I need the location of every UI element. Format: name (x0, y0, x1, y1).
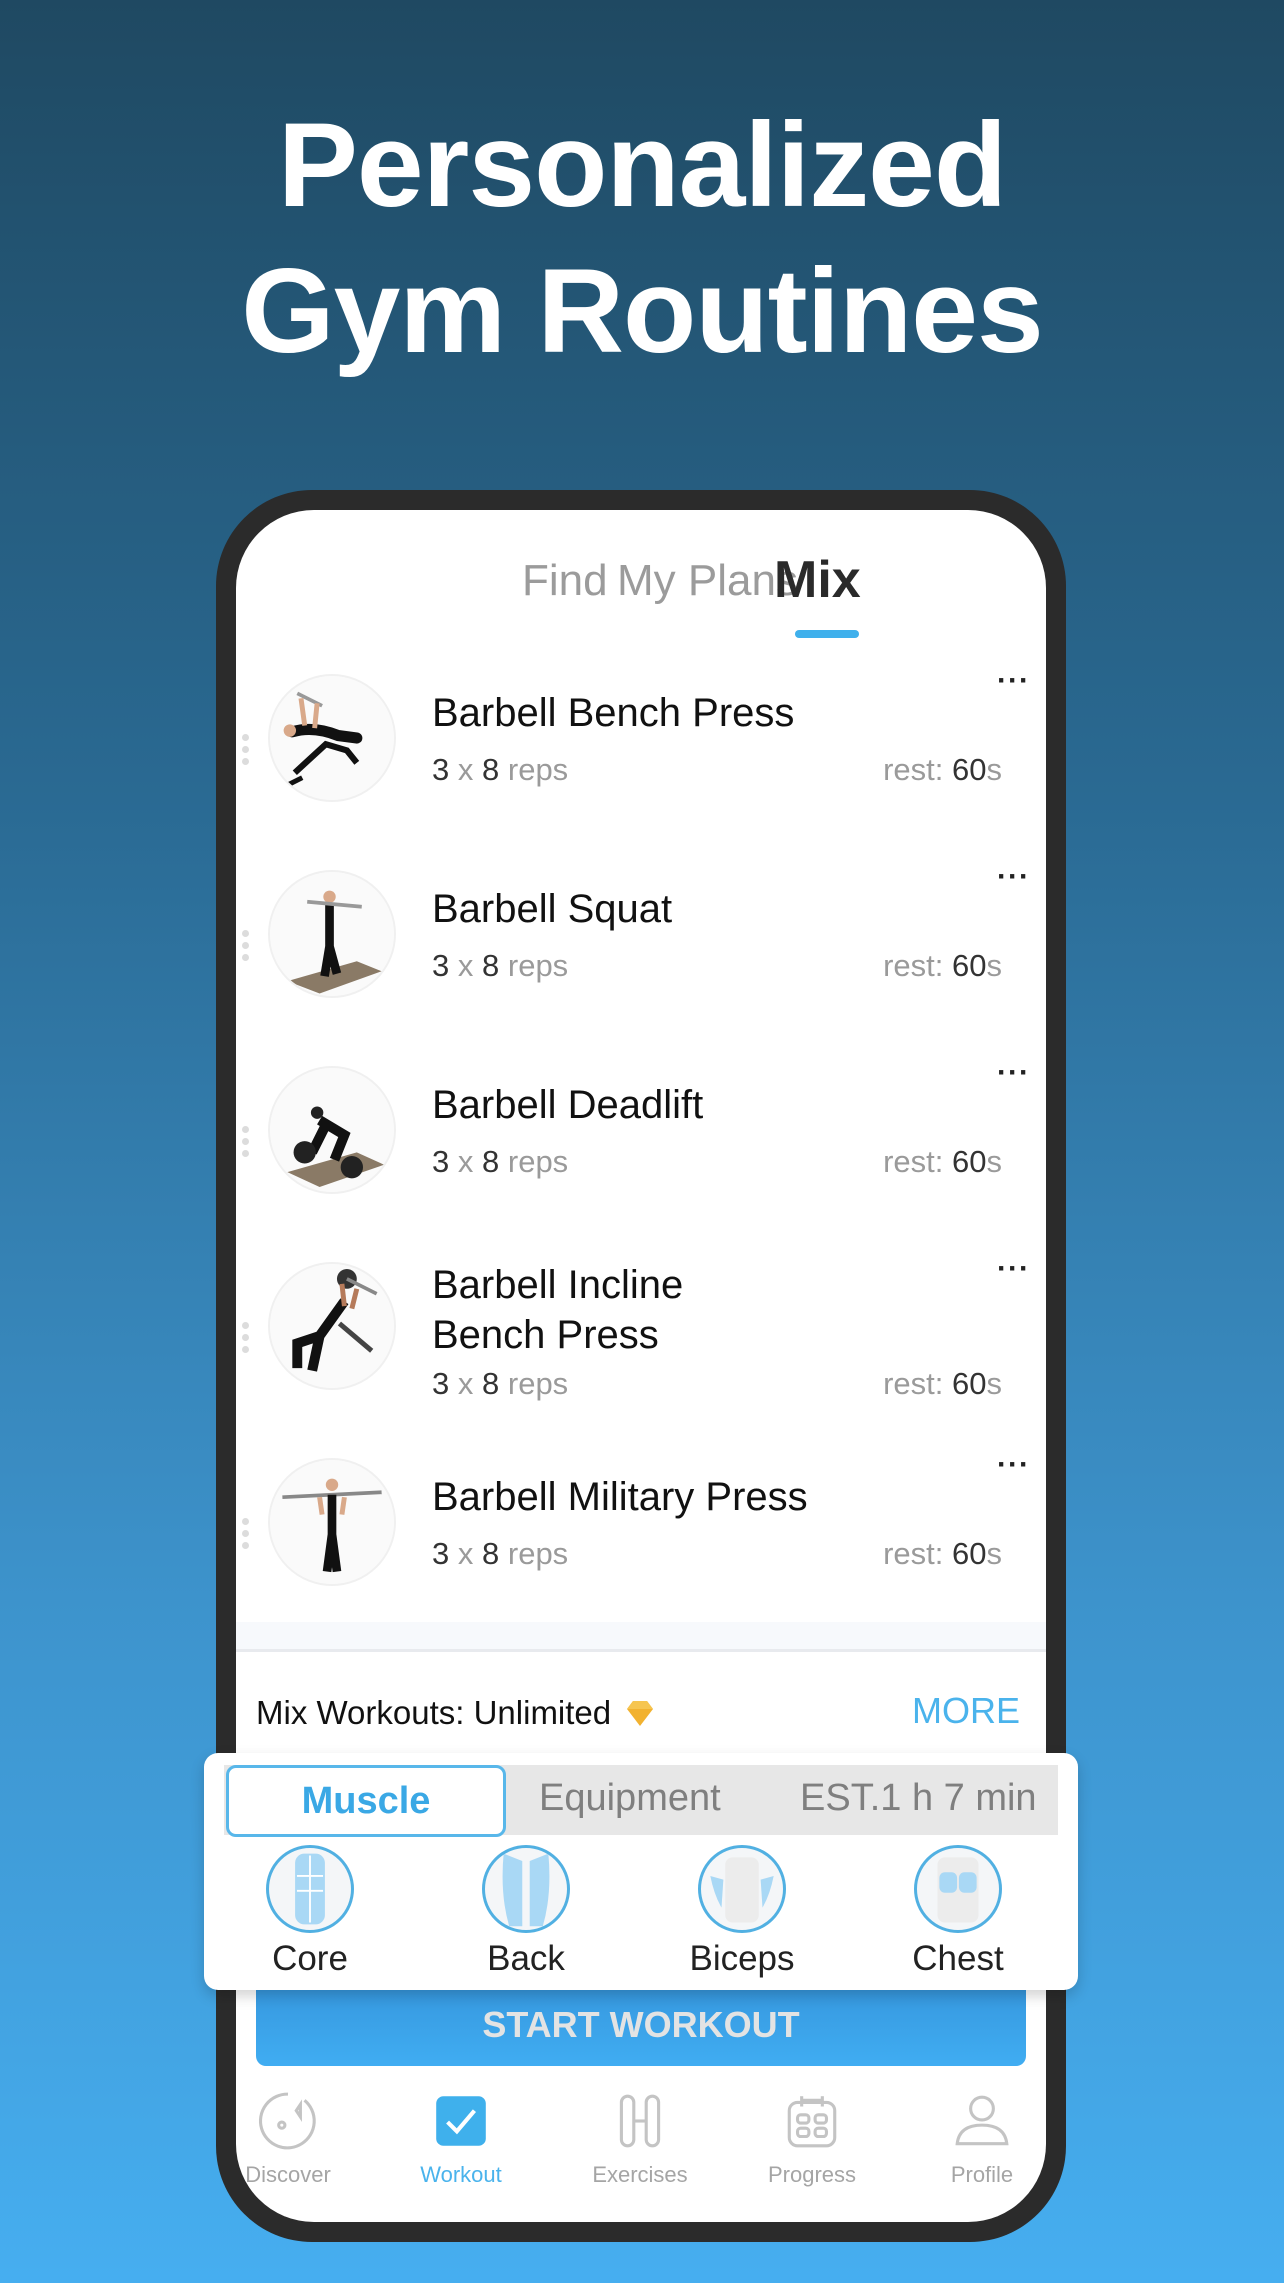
exercise-sets-reps: 3 x 8 reps (432, 1366, 569, 1401)
selector-segmented-control: Muscle Equipment EST.1 h 7 min (224, 1765, 1058, 1837)
exercise-title: Barbell Squat (432, 887, 673, 931)
squat-image (268, 870, 396, 998)
exercise-row[interactable]: Barbell Military Press 3 x 8 reps rest: … (236, 1448, 1046, 1630)
top-tabs: Find My Plans Mix (236, 542, 1046, 638)
exercise-row[interactable]: Barbell Incline Bench Press 3 x 8 reps re… (236, 1252, 1046, 1434)
back-muscle-icon (482, 1845, 570, 1933)
exercise-sets-reps: 3 x 8 reps (432, 752, 569, 787)
active-tab-indicator (795, 630, 859, 638)
muscle-group-list: Core Back Biceps Chest (204, 1845, 1078, 1985)
nav-profile[interactable]: Profile (912, 2090, 1046, 2188)
exercise-title: Barbell Incline Bench Press (432, 1263, 684, 1357)
exercise-sets-reps: 3 x 8 reps (432, 1144, 569, 1179)
more-options-icon[interactable]: ··· (997, 664, 1030, 698)
exercise-rest: rest: 60s (883, 1366, 1002, 1401)
tab-my-plans[interactable]: My Plans (617, 556, 798, 606)
exercise-title: Barbell Deadlift (432, 1083, 704, 1127)
headline-line-2: Gym Routines (241, 244, 1043, 378)
tab-mix[interactable]: Mix (774, 550, 861, 610)
mix-workouts-label: Mix Workouts: Unlimited (256, 1694, 612, 1731)
tab-equipment[interactable]: Equipment (539, 1777, 721, 1820)
core-muscle-icon (266, 1845, 354, 1933)
muscle-biceps[interactable]: Biceps (662, 1845, 822, 1979)
nav-workout[interactable]: Workout (391, 2090, 531, 2188)
exercise-title: Barbell Bench Press (432, 691, 795, 735)
bench-press-image (268, 674, 396, 802)
tab-find[interactable]: Find (522, 556, 608, 606)
muscle-chest[interactable]: Chest (878, 1845, 1038, 1979)
drag-handle-icon[interactable] (242, 1126, 250, 1162)
compass-icon (258, 2092, 316, 2150)
exercise-row[interactable]: Barbell Bench Press 3 x 8 reps rest: 60s… (236, 664, 1046, 846)
military-press-image (268, 1458, 396, 1586)
exercise-rest: rest: 60s (883, 1536, 1002, 1571)
tab-muscle[interactable]: Muscle (226, 1765, 506, 1837)
mix-workouts-status: Mix Workouts: Unlimited (256, 1694, 655, 1736)
calendar-icon (787, 2096, 837, 2148)
more-link[interactable]: MORE (912, 1690, 1020, 1732)
person-icon (955, 2095, 1009, 2146)
diamond-icon (625, 1698, 655, 1736)
dumbbell-icon (619, 2094, 661, 2148)
headline: Personalized Gym Routines (0, 92, 1284, 384)
nav-discover[interactable]: Discover (236, 2090, 358, 2188)
muscle-core[interactable]: Core (230, 1845, 390, 1979)
nav-exercises[interactable]: Exercises (570, 2090, 710, 2188)
exercise-sets-reps: 3 x 8 reps (432, 948, 569, 983)
start-workout-button[interactable]: START WORKOUT (256, 1980, 1026, 2066)
drag-handle-icon[interactable] (242, 930, 250, 966)
more-options-icon[interactable]: ··· (997, 1448, 1030, 1482)
drag-handle-icon[interactable] (242, 734, 250, 770)
exercise-rest: rest: 60s (883, 1144, 1002, 1179)
checkbox-icon (436, 2096, 486, 2146)
more-options-icon[interactable]: ··· (997, 1252, 1030, 1286)
exercise-rest: rest: 60s (883, 752, 1002, 787)
more-options-icon[interactable]: ··· (997, 1056, 1030, 1090)
nav-progress[interactable]: Progress (742, 2090, 882, 2188)
incline-bench-press-image (268, 1262, 396, 1390)
exercise-row[interactable]: Barbell Squat 3 x 8 reps rest: 60s ··· (236, 860, 1046, 1042)
exercise-row[interactable]: Barbell Deadlift 3 x 8 reps rest: 60s ··… (236, 1056, 1046, 1238)
muscle-back[interactable]: Back (446, 1845, 606, 1979)
chest-muscle-icon (914, 1845, 1002, 1933)
more-options-icon[interactable]: ··· (997, 860, 1030, 894)
muscle-selector-card: Muscle Equipment EST.1 h 7 min Core Back… (204, 1753, 1078, 1990)
exercise-rest: rest: 60s (883, 948, 1002, 983)
exercise-title: Barbell Military Press (432, 1475, 808, 1519)
headline-line-1: Personalized (277, 98, 1007, 232)
bottom-nav: Discover Workout Exercises Progress Prof… (236, 2090, 1046, 2220)
drag-handle-icon[interactable] (242, 1518, 250, 1554)
list-footer-divider (236, 1622, 1046, 1652)
biceps-muscle-icon (698, 1845, 786, 1933)
exercise-sets-reps: 3 x 8 reps (432, 1536, 569, 1571)
estimated-duration: EST.1 h 7 min (800, 1777, 1037, 1819)
deadlift-image (268, 1066, 396, 1194)
drag-handle-icon[interactable] (242, 1322, 250, 1358)
